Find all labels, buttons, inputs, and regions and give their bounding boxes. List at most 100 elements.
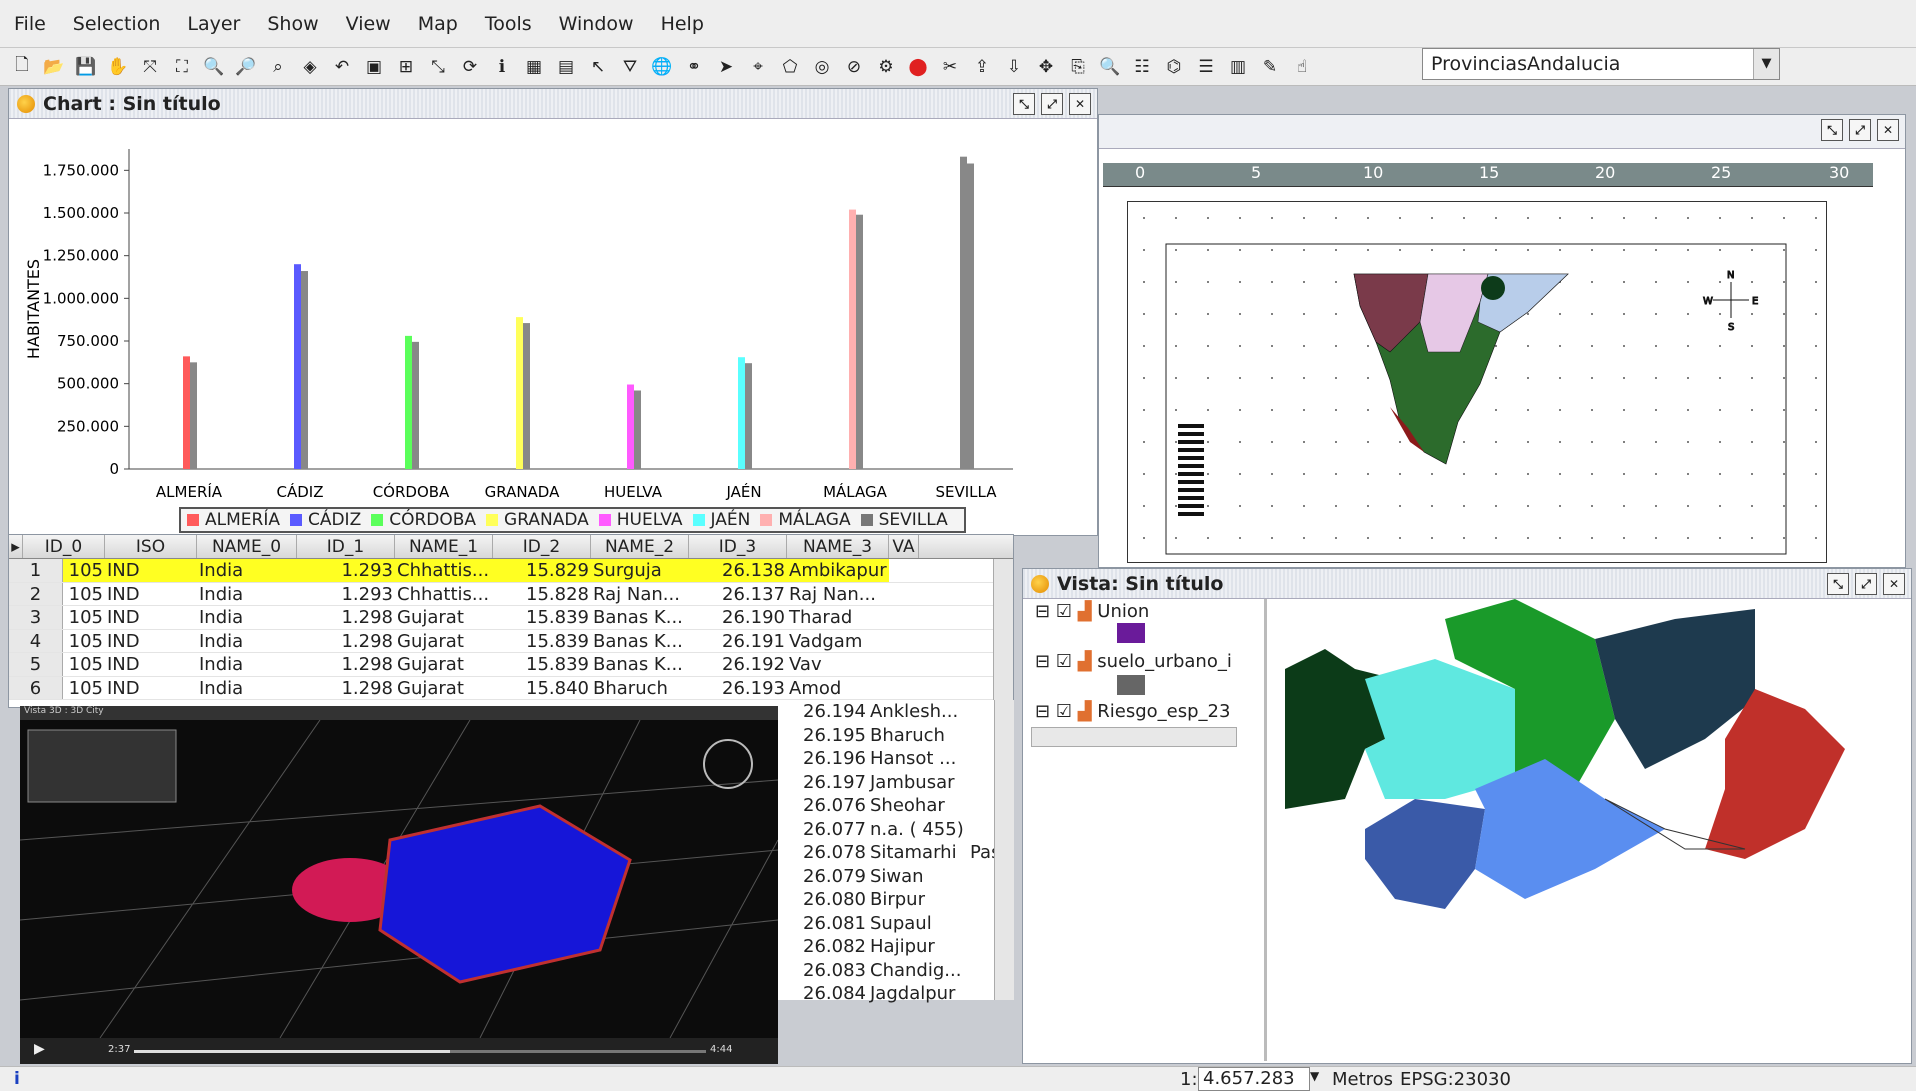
select-polygon-icon[interactable]: ⬠ — [778, 55, 802, 79]
menu-view[interactable]: View — [346, 13, 391, 35]
checkbox-icon[interactable]: ☑ — [1056, 701, 1072, 722]
menu-tools[interactable]: Tools — [485, 13, 532, 35]
select-rectangle-icon[interactable]: ▦ — [522, 55, 546, 79]
table-row[interactable]: 26.196 Hansot ... — [778, 747, 1014, 771]
map-canvas[interactable] — [1285, 599, 1895, 1061]
locator-icon[interactable]: ⊞ — [394, 55, 418, 79]
menu-map[interactable]: Map — [418, 13, 458, 35]
scale-dropdown-icon[interactable]: ▼ — [1310, 1069, 1319, 1083]
table-vertical-scrollbar[interactable] — [994, 700, 1014, 1000]
editing-pointer-icon[interactable]: ☝ — [1290, 55, 1314, 79]
3d-view-video[interactable]: Vista 3D : 3D City ▶ 2:37 4:44 — [20, 706, 778, 1064]
close-icon[interactable]: ✕ — [1877, 119, 1899, 141]
menu-file[interactable]: File — [14, 13, 46, 35]
edit-layer-icon[interactable]: ✎ — [1258, 55, 1282, 79]
scale-input[interactable]: 4.657.283 — [1198, 1067, 1310, 1091]
zoom-in-icon[interactable]: 🔍 — [202, 55, 226, 79]
snap-icon[interactable]: ✥ — [1034, 55, 1058, 79]
play-icon[interactable]: ▶ — [34, 1041, 45, 1057]
table-row[interactable]: 26.084 Jagdalpur — [778, 982, 1014, 1006]
col-va[interactable]: VA — [889, 535, 919, 558]
collapse-icon[interactable]: ⊟ — [1035, 651, 1050, 672]
toc-layer-union[interactable]: ⊟ ☑ ▟ Union — [1035, 601, 1149, 622]
tools-icon[interactable]: ✂ — [938, 55, 962, 79]
copy-icon[interactable]: ⎘ — [1066, 55, 1090, 79]
table-row[interactable]: 26.081 Supaul — [778, 912, 1014, 936]
close-icon[interactable]: ✕ — [1069, 93, 1091, 115]
pan-hand-icon[interactable]: ✋ — [106, 55, 130, 79]
table-row[interactable]: 26.082 Hajipur — [778, 935, 1014, 959]
maximize-icon[interactable]: ⤢ — [1849, 119, 1871, 141]
vista-window-titlebar[interactable]: Vista: Sin título ⤡ ⤢ ✕ — [1023, 569, 1911, 599]
col-id0[interactable]: ID_0 — [23, 535, 105, 558]
maximize-icon[interactable]: ⤢ — [1855, 573, 1877, 595]
col-name3[interactable]: NAME_3 — [787, 535, 889, 558]
zoom-select-icon[interactable]: ⛶ — [170, 55, 194, 79]
select-circle-icon[interactable]: ◎ — [810, 55, 834, 79]
table-row[interactable]: 6 105 IND India 1.298 Gujarat 15.840 Bharuch 26.… — [9, 676, 1013, 700]
checkbox-icon[interactable]: ☑ — [1056, 601, 1072, 622]
col-id2[interactable]: ID_2 — [493, 535, 591, 558]
stop-icon[interactable]: ⬤ — [906, 55, 930, 79]
col-name1[interactable]: NAME_1 — [395, 535, 493, 558]
add-layer-icon[interactable]: ▣ — [362, 55, 386, 79]
table-row[interactable]: 3 105 IND India 1.298 Gujarat 15.839 Banas K...… — [9, 606, 1013, 630]
toc-layer-suelo-urbano[interactable]: ⊟ ☑ ▟ suelo_urbano_i — [1035, 651, 1232, 672]
filter-icon[interactable]: ⛛ — [618, 55, 642, 79]
col-id3[interactable]: ID_3 — [689, 535, 787, 558]
layer-select[interactable]: ProvinciasAndalucia ▼ — [1422, 48, 1780, 80]
collapse-icon[interactable]: ⊟ — [1035, 701, 1050, 722]
zoom-extent-icon[interactable]: ⤧ — [138, 55, 162, 79]
table-row[interactable]: 26.194 Anklesh... — [778, 700, 1014, 724]
toc-horizontal-scrollbar[interactable] — [1031, 727, 1237, 747]
col-name0[interactable]: NAME_0 — [197, 535, 297, 558]
settings-icon[interactable]: ⚙ — [874, 55, 898, 79]
toc-layer-riesgo[interactable]: ⊟ ☑ ▟ Riesgo_esp_23 — [1035, 701, 1230, 722]
table-row[interactable]: 1 105 IND India 1.293 Chhattis... 15.829 Surguj… — [9, 559, 1013, 583]
table-row[interactable]: 26.195 Bharuch — [778, 724, 1014, 748]
checkbox-icon[interactable]: ☑ — [1056, 651, 1072, 672]
zoom-layer-icon[interactable]: ⌕ — [266, 55, 290, 79]
refresh-icon[interactable]: ⟳ — [458, 55, 482, 79]
table-row[interactable]: 26.079 Siwan — [778, 865, 1014, 889]
export-icon[interactable]: ⇪ — [970, 55, 994, 79]
globe-icon[interactable]: 🌐 — [650, 55, 674, 79]
collapse-icon[interactable]: ⊟ — [1035, 601, 1050, 622]
col-id1[interactable]: ID_1 — [297, 535, 395, 558]
document-icon[interactable]: ▥ — [1226, 55, 1250, 79]
new-file-icon[interactable]: 🗋 — [10, 55, 34, 79]
measure-icon[interactable]: ⤡ — [426, 55, 450, 79]
table-row[interactable]: 26.076 Sheohar — [778, 794, 1014, 818]
menu-selection[interactable]: Selection — [73, 13, 161, 35]
col-iso[interactable]: ISO — [105, 535, 197, 558]
chart-window-titlebar[interactable]: Chart : Sin título ⤡ ⤢ ✕ — [9, 89, 1097, 119]
menu-show[interactable]: Show — [267, 13, 318, 35]
import-icon[interactable]: ⇩ — [1002, 55, 1026, 79]
menu-help[interactable]: Help — [661, 13, 704, 35]
layers-icon[interactable]: ◈ — [298, 55, 322, 79]
table-scrollbar[interactable] — [993, 559, 1013, 707]
table-row[interactable]: 26.197 Jambusar — [778, 771, 1014, 795]
previous-zoom-icon[interactable]: ↶ — [330, 55, 354, 79]
table-row[interactable]: 5 105 IND India 1.298 Gujarat 15.839 Banas K...… — [9, 653, 1013, 677]
info-icon[interactable]: ℹ — [490, 55, 514, 79]
select-arrow-icon[interactable]: ➤ — [714, 55, 738, 79]
maximize-icon[interactable]: ⤢ — [1041, 93, 1063, 115]
menu-window[interactable]: Window — [559, 13, 634, 35]
attribute-table-icon[interactable]: ☷ — [1130, 55, 1154, 79]
link-icon[interactable]: ⚭ — [682, 55, 706, 79]
table-row[interactable]: 2 105 IND India 1.293 Chhattis... 15.828 Raj Na… — [9, 582, 1013, 606]
search-icon[interactable]: 🔍 — [1098, 55, 1122, 79]
close-icon[interactable]: ✕ — [1883, 573, 1905, 595]
table-row[interactable]: 26.083 Chandig... — [778, 959, 1014, 983]
chevron-down-icon[interactable]: ▼ — [1753, 49, 1779, 79]
query-icon[interactable]: ⌬ — [1162, 55, 1186, 79]
menu-layer[interactable]: Layer — [187, 13, 240, 35]
select-point-icon[interactable]: ⌖ — [746, 55, 770, 79]
minimize-icon[interactable]: ⤡ — [1013, 93, 1035, 115]
minimize-icon[interactable]: ⤡ — [1827, 573, 1849, 595]
layout-page[interactable]: N S W E — [1127, 201, 1827, 563]
clear-selection-icon[interactable]: ⊘ — [842, 55, 866, 79]
table-icon[interactable]: ▤ — [554, 55, 578, 79]
open-folder-icon[interactable]: 📂 — [42, 55, 66, 79]
